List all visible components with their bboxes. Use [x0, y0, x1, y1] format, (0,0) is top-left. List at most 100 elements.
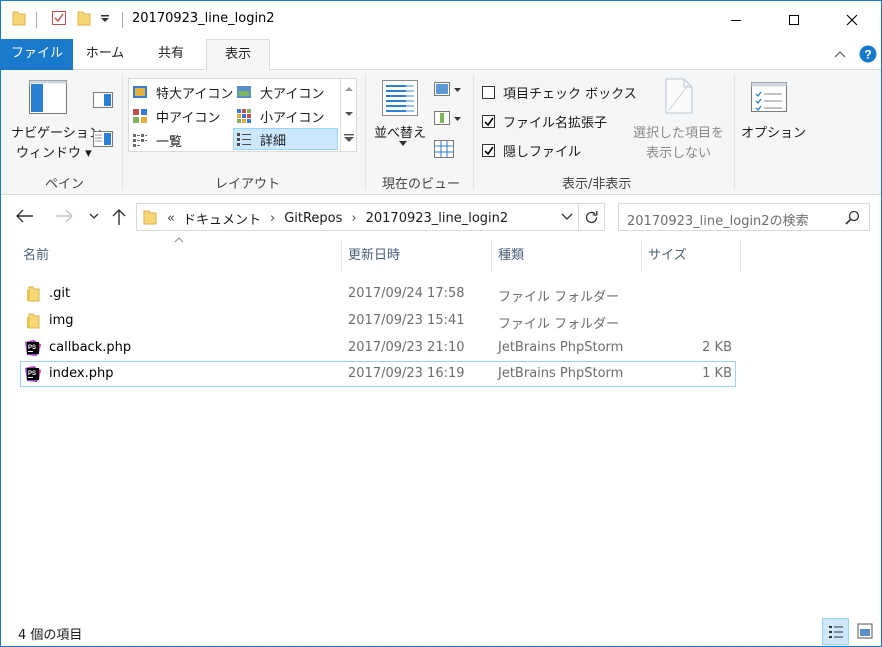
address-dropdown-icon[interactable]	[561, 213, 573, 221]
minimize-button[interactable]	[707, 1, 765, 39]
hidden-items-toggle[interactable]: 隠しファイル	[482, 141, 581, 160]
column-header-type[interactable]: 種類	[498, 241, 524, 271]
file-row[interactable]: PS index.php 2017/09/23 16:19 JetBrains …	[20, 361, 736, 387]
refresh-button[interactable]	[579, 203, 605, 231]
breadcrumb-current[interactable]: 20170923_line_login2	[366, 211, 509, 226]
window-title: 20170923_line_login2	[132, 11, 275, 26]
preview-pane-icon[interactable]	[93, 92, 113, 108]
help-icon[interactable]: ?	[859, 45, 877, 63]
navigation-pane-button[interactable]: ナビゲーション	[11, 122, 102, 141]
explorer-window: 20170923_line_login2 ファイル ホーム 共有 表示 ? ナビ…	[0, 0, 882, 647]
folder-icon	[27, 313, 40, 329]
hidden-items-checkbox[interactable]	[482, 144, 495, 157]
folder-icon	[27, 286, 40, 302]
close-button[interactable]	[823, 1, 881, 39]
group-label-current-view: 現在のビュー	[382, 177, 461, 192]
file-row[interactable]: PS callback.php 2017/09/23 21:10 JetBrai…	[20, 335, 736, 361]
details-view-button[interactable]	[822, 618, 849, 645]
file-name: .git	[49, 286, 71, 301]
search-input[interactable]: 20170923_line_login2の検索	[627, 210, 809, 229]
group-label-show-hide: 表示/非表示	[562, 177, 632, 192]
layout-medium-icons[interactable]: 中アイコン	[132, 105, 220, 127]
item-checkboxes-checkbox[interactable]	[482, 86, 495, 99]
sort-dropdown-icon	[399, 141, 407, 146]
properties-icon[interactable]	[51, 10, 67, 26]
details-icon	[237, 133, 251, 146]
group-label-layout: レイアウト	[215, 177, 281, 192]
layout-small-icons[interactable]: 小アイコン	[236, 105, 324, 127]
sort-by-button[interactable]: 並べ替え	[374, 122, 426, 141]
file-date: 2017/09/23 16:19	[348, 366, 465, 381]
small-icons-icon	[237, 109, 251, 123]
ribbon-tabs: ファイル ホーム 共有 表示 ?	[1, 39, 881, 71]
recent-locations-icon[interactable]	[89, 213, 99, 220]
close-icon	[846, 14, 858, 26]
item-checkboxes-toggle[interactable]: 項目チェック ボックス	[482, 83, 637, 102]
file-extensions-checkbox[interactable]	[482, 115, 495, 128]
address-folder-icon	[143, 209, 157, 225]
file-size: 2 KB	[702, 340, 732, 355]
tab-file[interactable]: ファイル	[1, 39, 73, 70]
options-icon[interactable]	[751, 82, 787, 112]
customize-qat-icon[interactable]	[100, 14, 110, 24]
navigation-pane-icon[interactable]	[29, 80, 67, 114]
file-date: 2017/09/23 15:41	[348, 313, 465, 328]
layout-extra-large-icons[interactable]: 特大アイコン	[132, 81, 233, 103]
column-header-name[interactable]: 名前	[23, 241, 49, 271]
file-type: ファイル フォルダー	[498, 317, 620, 332]
large-icons-view-icon	[857, 623, 873, 639]
sort-by-icon[interactable]	[382, 80, 418, 116]
phpstorm-icon: PS	[25, 366, 41, 382]
svg-text:PS: PS	[28, 371, 36, 377]
file-name: callback.php	[49, 340, 132, 355]
up-icon[interactable]	[111, 208, 127, 226]
file-date: 2017/09/24 17:58	[348, 286, 465, 301]
sort-ascending-icon	[174, 237, 184, 243]
refresh-icon	[585, 211, 598, 224]
file-type: JetBrains PhpStorm	[498, 340, 624, 355]
layout-list[interactable]: 一覧	[132, 129, 182, 151]
layout-gallery: 特大アイコン 大アイコン 中アイコン 小アイコン 一覧 詳細	[128, 78, 357, 152]
tab-share[interactable]: 共有	[141, 39, 201, 70]
back-icon[interactable]	[16, 209, 34, 223]
new-folder-icon[interactable]	[77, 10, 91, 26]
large-icons-view-button[interactable]	[852, 618, 879, 645]
file-row[interactable]: img 2017/09/23 15:41 ファイル フォルダー	[20, 308, 736, 334]
extra-large-icons-icon	[133, 86, 147, 98]
group-label-pane: ペイン	[45, 177, 85, 192]
options-button[interactable]: オプション	[741, 122, 806, 141]
layout-large-icons[interactable]: 大アイコン	[236, 81, 324, 103]
search-box[interactable]: 20170923_line_login2の検索	[618, 203, 870, 231]
column-header-date[interactable]: 更新日時	[348, 241, 400, 271]
column-header-size[interactable]: サイズ	[648, 241, 687, 271]
breadcrumb-overflow[interactable]: «	[167, 211, 175, 226]
quick-access-folder-icon	[12, 10, 26, 26]
file-row[interactable]: .git 2017/09/24 17:58 ファイル フォルダー	[20, 281, 736, 307]
size-columns-icon[interactable]	[434, 140, 454, 158]
forward-icon[interactable]	[55, 209, 73, 223]
file-type: JetBrains PhpStorm	[498, 366, 624, 381]
maximize-button[interactable]	[765, 1, 823, 39]
hide-selected-label-2: 表示しない	[646, 146, 712, 161]
add-columns-icon[interactable]	[434, 111, 462, 127]
file-type: ファイル フォルダー	[498, 290, 620, 305]
tab-home[interactable]: ホーム	[75, 39, 135, 70]
tab-view[interactable]: 表示	[206, 39, 270, 71]
title-bar: 20170923_line_login2	[1, 1, 881, 39]
group-by-icon[interactable]	[434, 82, 462, 98]
file-date: 2017/09/23 21:10	[348, 340, 465, 355]
breadcrumb-documents[interactable]: ドキュメント	[183, 209, 261, 228]
medium-icons-icon	[133, 109, 147, 123]
details-pane-icon[interactable]	[93, 131, 113, 147]
breadcrumb-separator-icon[interactable]: ›	[351, 211, 356, 226]
file-extensions-toggle[interactable]: ファイル名拡張子	[482, 112, 607, 131]
breadcrumb-gitrepos[interactable]: GitRepos	[284, 211, 342, 226]
file-name: index.php	[49, 366, 114, 381]
breadcrumb-separator-icon[interactable]: ›	[270, 211, 275, 226]
file-size: 1 KB	[702, 366, 732, 381]
collapse-ribbon-icon[interactable]	[833, 47, 847, 61]
address-bar[interactable]: « ドキュメント › GitRepos › 20170923_line_logi…	[136, 203, 579, 231]
layout-details[interactable]: 詳細	[233, 128, 338, 150]
search-icon[interactable]	[845, 210, 860, 225]
svg-text:PS: PS	[28, 345, 36, 351]
